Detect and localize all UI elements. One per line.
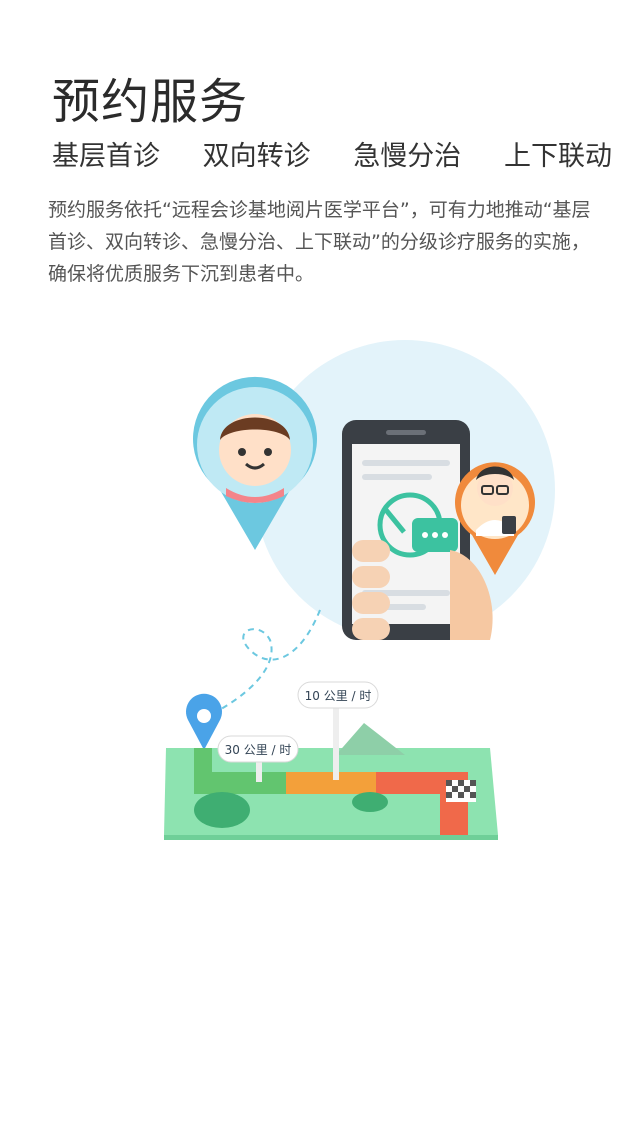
- appointment-illustration: 10 公里 / 时 30 公里 / 时: [150, 340, 570, 850]
- tagline: 基层首诊 双向转诊 急慢分治 上下联动: [52, 134, 612, 173]
- tagline-item-primary-care: 基层首诊: [52, 141, 160, 172]
- speed-sign-10-label: 10 公里 / 时: [305, 689, 372, 703]
- tagline-item-acute-chronic: 急慢分治: [353, 141, 462, 172]
- tagline-item-two-way-referral: 双向转诊: [202, 141, 311, 172]
- checkered-flag-icon: [446, 780, 476, 802]
- speed-sign-30-label: 30 公里 / 时: [225, 743, 292, 757]
- page-title: 预约服务: [52, 74, 249, 130]
- location-pin-icon: [186, 693, 222, 750]
- description: 预约服务依托“远程会诊基地阅片医学平台”，可有力地推动“基层首诊、双向转诊、急慢…: [48, 199, 591, 285]
- tagline-item-linkage: 上下联动: [503, 141, 612, 172]
